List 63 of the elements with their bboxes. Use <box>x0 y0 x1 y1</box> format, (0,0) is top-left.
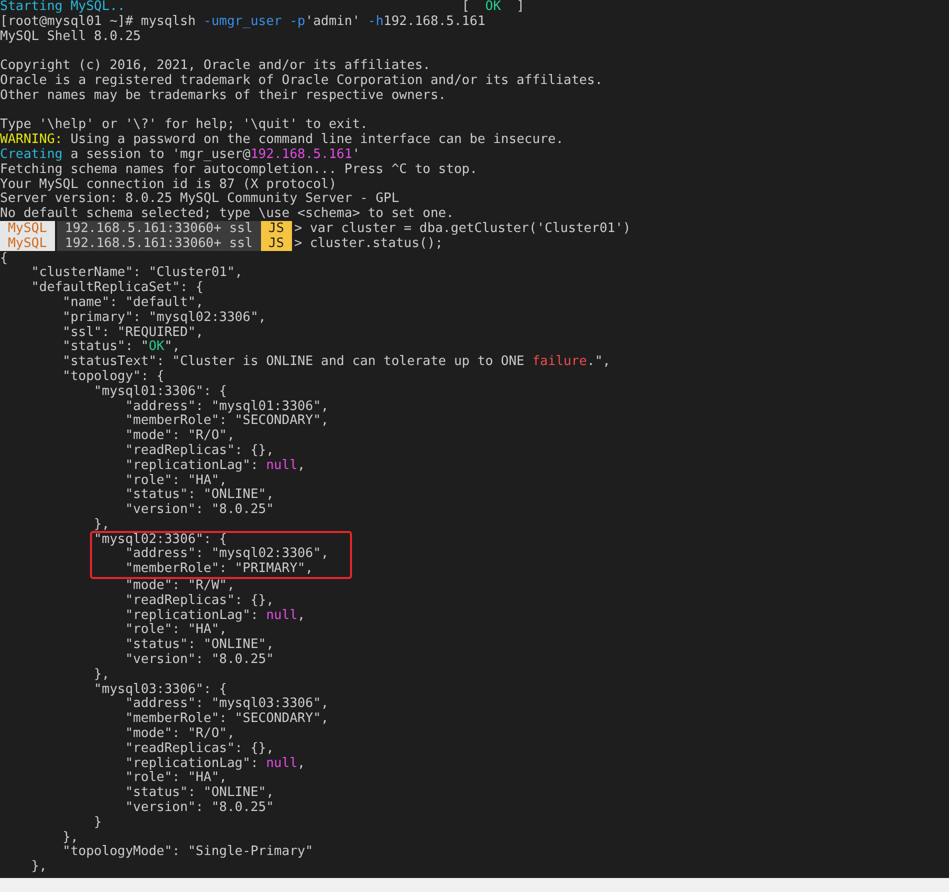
terminal-line: "memberRole": "SECONDARY", <box>124 711 329 726</box>
terminal-line: "name": "default", <box>62 294 204 310</box>
terminal-line: "memberRole": "PRIMARY", <box>124 561 314 576</box>
terminal-line: "version": "8.0.25" <box>124 800 274 816</box>
terminal-line: Copyright (c) 2016, 2021, Oracle and/or its affiliates. <box>0 58 430 74</box>
host-badge: 192.168.5.161:33060+ ssl <box>57 236 261 251</box>
terminal-line: "version": "8.0.25" <box>124 502 274 518</box>
terminal-line: "version": "8.0.25" <box>124 652 274 668</box>
terminal-line: Oracle is a registered trademark of Oracle Corporation and/or its affiliates. <box>0 72 603 88</box>
terminal-line: } <box>92 814 102 830</box>
terminal-line: "address": "mysql02:3306", <box>124 546 329 562</box>
mode-badge: MySQL <box>0 220 55 236</box>
terminal-line: "statusText": "Cluster is ONLINE and can tolerate up to ONE failure.", <box>62 354 610 370</box>
terminal-line: "mysql01:3306": { <box>92 384 227 399</box>
terminal-line: Server version: 8.0.25 MySQL Community Server - GPL <box>0 191 400 206</box>
terminal-line: "topologyMode": "Single-Primary" <box>62 844 314 860</box>
terminal-line: "readReplicas": {}, <box>124 442 274 458</box>
terminal-line: "replicationLag": null, <box>124 458 306 473</box>
terminal-line: }, <box>62 830 78 845</box>
terminal-line: "primary": "mysql02:3306", <box>62 310 266 325</box>
terminal-line: "topology": { <box>62 368 164 384</box>
host-badge: 192.168.5.161:33060+ ssl <box>57 220 261 236</box>
terminal-line: "role": "HA", <box>124 622 227 638</box>
terminal-line: "address": "mysql03:3306", <box>124 696 329 712</box>
terminal-line: "replicationLag": null, <box>124 756 306 771</box>
terminal-line: "role": "HA", <box>124 770 227 786</box>
terminal-line: "mysql02:3306": { <box>92 532 227 547</box>
terminal-line: Starting MySQL.. [ OK ] <box>0 0 524 14</box>
terminal-line: "ssl": "REQUIRED", <box>62 324 204 340</box>
language-badge: JS <box>260 236 292 251</box>
terminal-line: "mysql03:3306": { <box>92 682 227 697</box>
command-text: > cluster.status(); <box>293 236 443 251</box>
terminal-line: Your MySQL connection id is 87 (X protocol) <box>0 176 337 192</box>
terminal-line: }, <box>92 666 110 682</box>
command-text: > var cluster = dba.getCluster('Cluster01') <box>293 220 631 236</box>
terminal-line: Fetching schema names for autocompletion... Press ^C to stop. <box>0 162 478 177</box>
terminal-line: "clusterName": "Cluster01", <box>30 265 243 280</box>
terminal-line: Creating a session to 'mgr_user@192.168.5.161' <box>0 146 360 162</box>
terminal-line: "mode": "R/O", <box>124 726 235 742</box>
mode-badge: MySQL <box>0 236 55 251</box>
terminal-line: MySQL Shell 8.0.25 <box>0 28 141 44</box>
terminal-line: [root@mysql01 ~]# mysqlsh -umgr_user -p'admin' -h192.168.5.161 <box>0 14 486 29</box>
terminal-line: "mode": "R/O", <box>124 428 235 444</box>
terminal-line: }, <box>30 859 47 874</box>
terminal-line: "status": "ONLINE", <box>124 785 274 800</box>
terminal-line: "readReplicas": {}, <box>124 740 274 756</box>
terminal-line: "mode": "R/W", <box>124 578 235 594</box>
terminal-line: "defaultReplicaSet": { <box>30 280 204 296</box>
terminal-line: "status": "OK", <box>62 339 180 354</box>
language-badge: JS <box>260 220 292 236</box>
terminal-line: "address": "mysql01:3306", <box>124 398 329 414</box>
terminal-line: "status": "ONLINE", <box>124 487 274 502</box>
terminal-line: "status": "ONLINE", <box>124 637 274 652</box>
terminal-line: "role": "HA", <box>124 472 227 488</box>
terminal-line: Type '\help' or '\?' for help; '\quit' to exit. <box>0 117 368 132</box>
terminal-line: }, <box>92 516 110 532</box>
terminal-line: "readReplicas": {}, <box>124 592 274 608</box>
terminal-line: { <box>0 250 8 266</box>
terminal-line: "replicationLag": null, <box>124 608 306 623</box>
terminal-line: No default schema selected; type \use <schema> to set one. <box>0 206 454 222</box>
terminal-line: WARNING: Using a password on the command line interface can be insecure. <box>0 132 564 148</box>
terminal-line: Other names may be trademarks of their respective owners. <box>0 88 446 103</box>
terminal-line: "memberRole": "SECONDARY", <box>124 413 329 428</box>
